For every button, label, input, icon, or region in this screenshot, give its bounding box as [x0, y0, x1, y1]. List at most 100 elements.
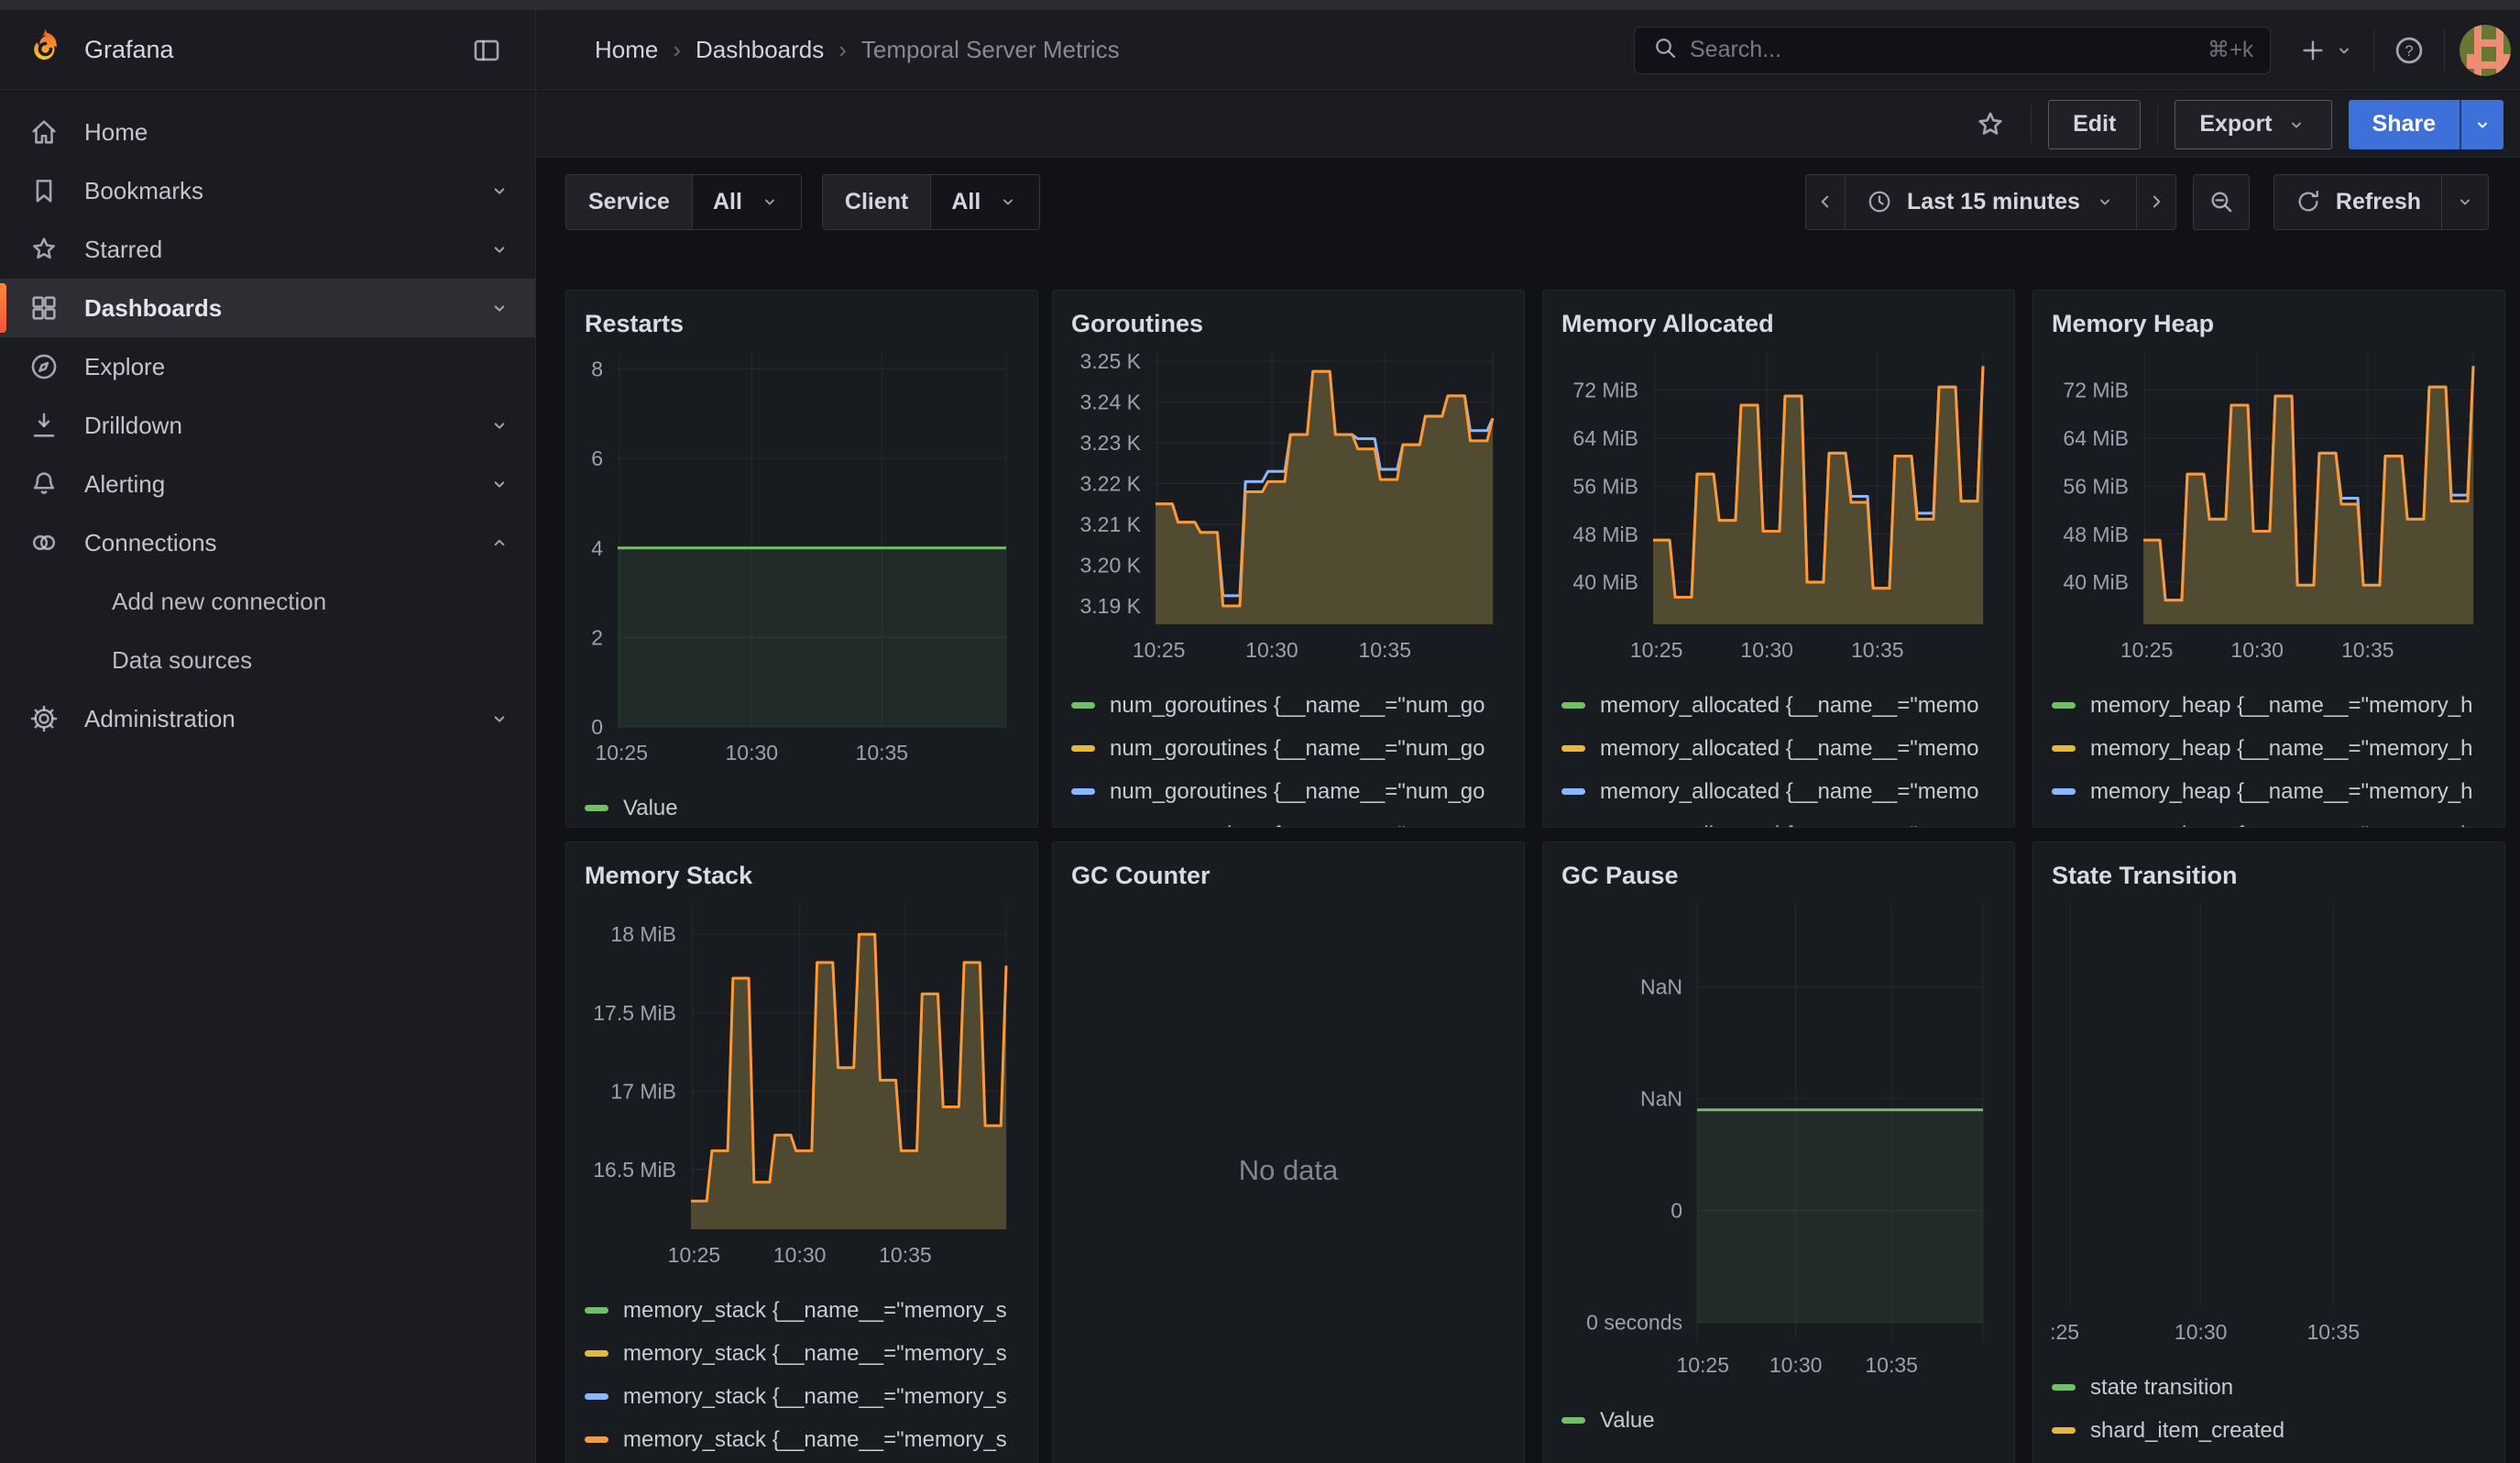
variable-value-dropdown[interactable]: All	[930, 175, 1039, 229]
sidebar-item-alerting[interactable]: Alerting	[0, 455, 535, 513]
chevron-down-icon	[2454, 191, 2476, 213]
legend-item[interactable]: memory_stack {__name__="memory_s	[585, 1418, 1019, 1461]
time-range-picker[interactable]: Last 15 minutes	[1845, 174, 2137, 230]
share-button[interactable]: Share	[2349, 100, 2460, 149]
legend-series-swatch	[585, 1307, 608, 1314]
user-avatar[interactable]	[2460, 25, 2511, 76]
chart-plot-area[interactable]: 10:2510:3010:35	[2052, 903, 2486, 1348]
star-icon	[1974, 108, 2007, 141]
legend-series-label: memory_heap {__name__="memory_h	[2090, 693, 2486, 719]
panel-title[interactable]: Memory Stack	[585, 857, 1019, 894]
x-axis-tick: 10:30	[2175, 1320, 2228, 1344]
help-button[interactable]: ?	[2385, 25, 2433, 76]
search-input[interactable]	[1690, 37, 2208, 63]
panel-title[interactable]: State Transition	[2052, 857, 2486, 894]
panel-legend: Value	[1561, 1399, 1996, 1442]
panel-title[interactable]: Goroutines	[1071, 305, 1506, 342]
search-box[interactable]: ⌘+k	[1634, 27, 2271, 74]
y-axis-tick: 72 MiB	[2063, 379, 2129, 402]
time-zoom-out-button[interactable]	[2193, 174, 2250, 230]
sidebar-item-drilldown[interactable]: Drilldown	[0, 396, 535, 455]
legend-series-swatch	[2052, 702, 2076, 709]
variable-service[interactable]: Service All	[565, 174, 802, 230]
sidebar: HomeBookmarksStarredDashboardsExploreDri…	[0, 92, 536, 1463]
chevron-down-icon[interactable]	[488, 179, 511, 203]
x-axis-tick: 10:35	[1865, 1353, 1918, 1377]
panel-state-transition: State Transition 10:2510:3010:35 state tra…	[2032, 842, 2505, 1463]
legend-series-swatch	[2052, 1384, 2076, 1391]
variable-value-dropdown[interactable]: All	[692, 175, 801, 229]
sidebar-item-data-sources[interactable]: Data sources	[0, 631, 535, 689]
breadcrumb-home[interactable]: Home	[595, 36, 658, 64]
share-menu-button[interactable]	[2460, 100, 2504, 149]
new-button[interactable]	[2291, 25, 2362, 76]
chart-plot-area[interactable]: 18 MiB17.5 MiB17 MiB16.5 MiB10:2510:3010…	[585, 903, 1019, 1271]
legend-item[interactable]: memory_stack {__name__="memory_s	[585, 1332, 1019, 1375]
legend-item[interactable]: memory_allocated {__name__="memo	[1561, 813, 1996, 828]
panel-gc-counter: GC CounterNo data	[1052, 842, 1525, 1463]
chevron-left-icon	[1813, 190, 1837, 214]
legend-item[interactable]: memory_stack {__name__="memory_s	[585, 1289, 1019, 1332]
refresh-button[interactable]: Refresh	[2273, 174, 2442, 230]
panel-title[interactable]: GC Pause	[1561, 857, 1996, 894]
panel-title[interactable]: Memory Heap	[2052, 305, 2486, 342]
sidebar-item-starred[interactable]: Starred	[0, 220, 535, 279]
edit-button[interactable]: Edit	[2048, 100, 2141, 149]
legend-item[interactable]: memory_allocated {__name__="memo	[1561, 727, 1996, 770]
legend-series-swatch	[2052, 745, 2076, 752]
x-axis-tick: 10:25	[1133, 638, 1186, 662]
chart-plot-area[interactable]: NaNNaN00 seconds10:2510:3010:35	[1561, 903, 1996, 1381]
legend-item[interactable]: Value	[1561, 1399, 1996, 1442]
chevron-down-icon[interactable]	[488, 413, 511, 437]
chart-plot-area[interactable]: 72 MiB64 MiB56 MiB48 MiB40 MiB10:2510:30…	[2052, 351, 2486, 666]
sidebar-item-add-new-connection[interactable]: Add new connection	[0, 572, 535, 631]
chevron-down-icon[interactable]	[488, 472, 511, 496]
sidebar-item-dashboards[interactable]: Dashboards	[0, 279, 535, 337]
chart-plot-area[interactable]: 3.25 K3.24 K3.23 K3.22 K3.21 K3.20 K3.19…	[1071, 351, 1506, 666]
panel-title[interactable]: Memory Allocated	[1561, 305, 1996, 342]
gear-icon	[28, 703, 60, 734]
time-forward-button[interactable]	[2136, 174, 2176, 230]
zoom-out-icon	[2207, 187, 2236, 216]
panel-legend: memory_heap {__name__="memory_hmemory_he…	[2052, 684, 2486, 828]
bell-icon	[28, 468, 60, 500]
sidebar-item-connections[interactable]: Connections	[0, 513, 535, 572]
legend-item[interactable]: num_goroutines {__name__="num_go	[1071, 727, 1506, 770]
legend-item[interactable]: memory_heap {__name__="memory_h	[2052, 684, 2486, 727]
sidebar-collapse-button[interactable]	[462, 26, 511, 75]
legend-item[interactable]: memory_allocated {__name__="memo	[1561, 684, 1996, 727]
panel-memory-heap: Memory Heap 72 MiB64 MiB56 MiB48 MiB40 Mi…	[2032, 290, 2505, 828]
legend-item[interactable]: Value	[585, 786, 1019, 828]
legend-item[interactable]: num_goroutines {__name__="num_go	[1071, 770, 1506, 813]
x-axis-tick: 10:35	[1851, 638, 1904, 662]
chevron-up-icon[interactable]	[488, 531, 511, 555]
chevron-down-icon[interactable]	[488, 237, 511, 261]
legend-item[interactable]: memory_allocated {__name__="memo	[1561, 770, 1996, 813]
legend-item[interactable]: state transition	[2052, 1366, 2486, 1409]
breadcrumb-dashboards[interactable]: Dashboards	[696, 36, 824, 64]
panel-title[interactable]: GC Counter	[1071, 857, 1506, 894]
legend-item[interactable]: memory_heap {__name__="memory_h	[2052, 770, 2486, 813]
legend-item[interactable]: num_goroutines {__name__="num_go	[1071, 813, 1506, 828]
grafana-logo[interactable]	[24, 27, 66, 73]
legend-item[interactable]: num_goroutines {__name__="num_go	[1071, 684, 1506, 727]
favorite-star-button[interactable]	[1967, 99, 2014, 150]
chevron-down-icon[interactable]	[488, 707, 511, 731]
chart-plot-area[interactable]: 72 MiB64 MiB56 MiB48 MiB40 MiB10:2510:30…	[1561, 351, 1996, 666]
legend-item[interactable]: memory_stack {__name__="memory_s	[585, 1375, 1019, 1418]
refresh-interval-button[interactable]	[2441, 174, 2489, 230]
panel-title[interactable]: Restarts	[585, 305, 1019, 342]
legend-item[interactable]: memory_heap {__name__="memory_h	[2052, 813, 2486, 828]
sidebar-item-administration[interactable]: Administration	[0, 689, 535, 748]
legend-item[interactable]: shard_item_created	[2052, 1409, 2486, 1452]
variable-client[interactable]: Client All	[822, 174, 1040, 230]
sidebar-item-explore[interactable]: Explore	[0, 337, 535, 396]
export-button[interactable]: Export	[2175, 100, 2331, 149]
chevron-down-icon[interactable]	[488, 296, 511, 320]
chart-plot-area[interactable]: 8642010:2510:3010:35	[585, 351, 1019, 769]
active-accent-bar	[0, 283, 6, 333]
sidebar-item-bookmarks[interactable]: Bookmarks	[0, 161, 535, 220]
sidebar-item-home[interactable]: Home	[0, 103, 535, 161]
legend-item[interactable]: memory_heap {__name__="memory_h	[2052, 727, 2486, 770]
time-back-button[interactable]	[1805, 174, 1846, 230]
